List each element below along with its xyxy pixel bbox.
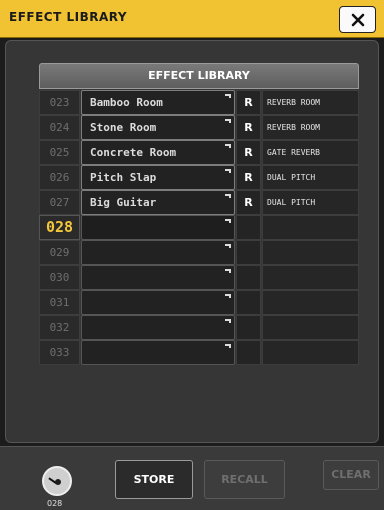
row-number: 024 [39,115,80,140]
edit-corner-icon [225,344,231,348]
library-row[interactable]: 026 Pitch Slap R DUAL PITCH [39,165,359,190]
edit-corner-icon [225,169,231,173]
edit-corner-icon [225,144,231,148]
library-row[interactable]: 032 [39,315,359,340]
store-button[interactable]: STORE [115,460,193,499]
effect-name-text: Stone Room [90,121,157,134]
effect-name-field[interactable]: Concrete Room [81,140,235,165]
effect-name-field[interactable] [81,215,235,240]
library-header: EFFECT LIBRARY [39,63,359,89]
read-only-flag [236,340,261,365]
effect-name-field[interactable] [81,340,235,365]
effect-name-field[interactable]: Bamboo Room [81,90,235,115]
read-only-flag [236,265,261,290]
read-only-flag: R [236,140,261,165]
library-row[interactable]: 025 Concrete Room R GATE REVERB [39,140,359,165]
row-number: 032 [39,315,80,340]
row-number: 030 [39,265,80,290]
edit-corner-icon [225,294,231,298]
effect-type: REVERB ROOM [262,90,359,115]
effect-type: DUAL PITCH [262,165,359,190]
effect-name-text: Bamboo Room [90,96,163,109]
edit-corner-icon [225,244,231,248]
row-number: 027 [39,190,80,215]
effect-name-field[interactable] [81,265,235,290]
library-row[interactable]: 031 [39,290,359,315]
row-number: 033 [39,340,80,365]
effect-type: GATE REVERB [262,140,359,165]
effect-type [262,240,359,265]
edit-corner-icon [225,319,231,323]
read-only-flag [236,315,261,340]
row-number: 029 [39,240,80,265]
edit-corner-icon [225,119,231,123]
effect-name-text: Pitch Slap [90,171,157,184]
effect-type [262,290,359,315]
read-only-flag: R [236,190,261,215]
knob-value: 028 [47,499,63,508]
recall-button[interactable]: RECALL [204,460,285,499]
close-button[interactable] [339,6,376,33]
effect-name-field[interactable] [81,290,235,315]
read-only-flag: R [236,165,261,190]
effect-type: REVERB ROOM [262,115,359,140]
read-only-flag [236,240,261,265]
edit-corner-icon [225,269,231,273]
effect-type: DUAL PITCH [262,190,359,215]
edit-corner-icon [225,219,231,223]
effect-name-field[interactable] [81,315,235,340]
title-bar: EFFECT LIBRARY [0,0,384,38]
effect-type [262,215,359,240]
row-number: 031 [39,290,80,315]
effect-name-field[interactable]: Pitch Slap [81,165,235,190]
row-number: 025 [39,140,80,165]
effect-name-field[interactable]: Stone Room [81,115,235,140]
row-number: 028 [39,215,80,240]
clear-button[interactable]: CLEAR [323,460,379,490]
effect-name-text: Big Guitar [90,196,157,209]
library-row[interactable]: 027 Big Guitar R DUAL PITCH [39,190,359,215]
effect-name-field[interactable] [81,240,235,265]
read-only-flag: R [236,115,261,140]
edit-corner-icon [225,94,231,98]
library-row-current[interactable]: 028 [39,215,359,240]
read-only-flag: R [236,90,261,115]
effect-name-field[interactable]: Big Guitar [81,190,235,215]
library-row[interactable]: 024 Stone Room R REVERB ROOM [39,115,359,140]
row-number: 026 [39,165,80,190]
effect-type [262,265,359,290]
effect-name-text: Concrete Room [90,146,177,159]
library-row[interactable]: 029 [39,240,359,265]
edit-corner-icon [225,194,231,198]
library-row[interactable]: 033 [39,340,359,365]
window-title: EFFECT LIBRARY [9,10,128,24]
effect-type [262,315,359,340]
close-icon [351,13,365,27]
row-number: 023 [39,90,80,115]
library-row[interactable]: 023 Bamboo Room R REVERB ROOM [39,90,359,115]
read-only-flag [236,290,261,315]
library-row[interactable]: 030 [39,265,359,290]
rotary-knob-icon[interactable] [42,466,72,496]
read-only-flag [236,215,261,240]
effect-type [262,340,359,365]
